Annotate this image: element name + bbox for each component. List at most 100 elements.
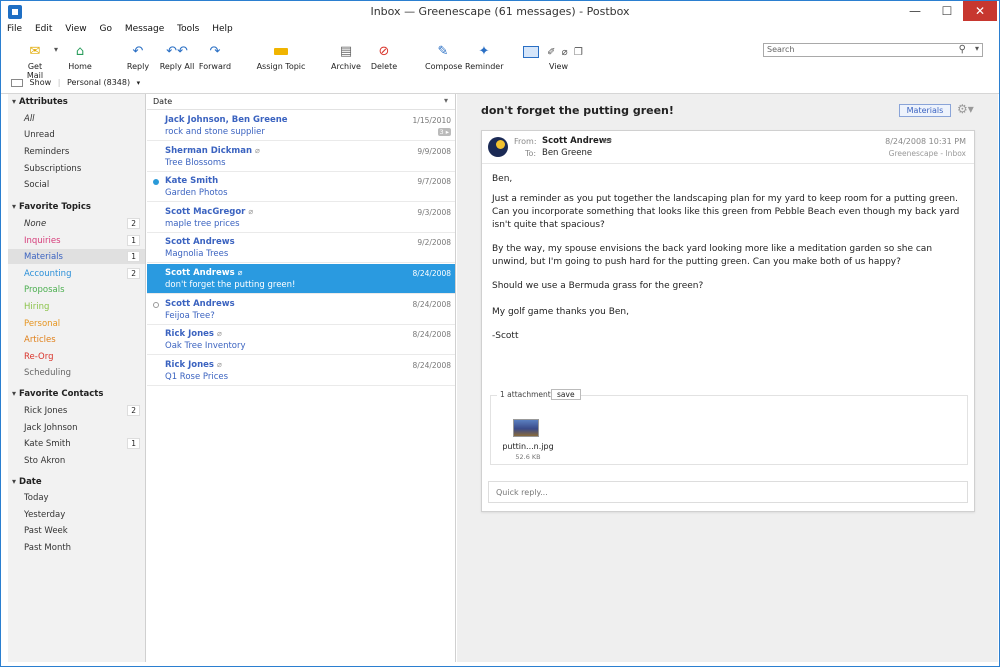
to-label: To: — [525, 149, 537, 158]
message-subject: don't forget the putting green! — [481, 104, 674, 117]
account-dropdown-icon[interactable]: ▾ — [137, 79, 141, 87]
message-row[interactable]: Scott MacGregor ⌀ maple tree prices 9/3/200… — [147, 203, 455, 233]
sidebar-item-contact[interactable]: Sto Akron — [24, 456, 142, 466]
sidebar-item-past-month[interactable]: Past Month — [24, 543, 142, 553]
menu-edit[interactable]: Edit — [35, 24, 52, 34]
favorite-contacts-header[interactable]: Favorite Contacts — [12, 389, 103, 399]
forward-icon: ↷ — [209, 44, 221, 59]
search-input[interactable]: Search — [767, 45, 794, 54]
sidebar-item-topic[interactable]: Personal — [24, 319, 142, 329]
home-button[interactable]: ⌂ Home — [65, 45, 95, 72]
sidebar-item-unread[interactable]: Unread — [24, 130, 142, 140]
gear-icon[interactable]: ⚙▾ — [957, 102, 974, 116]
sender-name: Scott MacGregor — [165, 206, 246, 217]
sidebar-item-topic[interactable]: Proposals — [24, 285, 142, 295]
message-row[interactable]: Rick Jones ⌀ Oak Tree Inventory 8/24/2008 — [147, 325, 455, 356]
sidebar-item-contact[interactable]: Kate Smith 1 — [24, 438, 142, 450]
search-dropdown-icon[interactable]: ▾ — [975, 44, 979, 53]
account-selector[interactable]: Personal (8348) — [67, 78, 130, 87]
menu-view[interactable]: View — [65, 24, 86, 34]
paperclip-icon: ⌀ — [248, 206, 254, 216]
thread-count-badge[interactable]: 3 ▸ — [437, 128, 451, 136]
attributes-header[interactable]: Attributes — [12, 97, 68, 107]
sender-name: Rick Jones — [165, 359, 214, 370]
message-subject-line: don't forget the putting green! — [165, 280, 296, 290]
menu-go[interactable]: Go — [99, 24, 111, 34]
read-dot-icon[interactable] — [153, 301, 159, 308]
attachment-view-icon[interactable]: ⌀ — [562, 47, 568, 58]
quick-reply-field[interactable]: Quick reply... — [488, 481, 968, 503]
maximize-button[interactable]: ☐ — [933, 1, 961, 21]
save-attachment-button[interactable]: save — [551, 389, 581, 400]
message-row[interactable]: Sherman Dickman ⌀ Tree Blossoms 9/9/2008 — [147, 142, 455, 172]
sidebar-item-topic[interactable]: Hiring — [24, 302, 142, 312]
sidebar-item-topic[interactable]: Articles — [24, 335, 142, 345]
minimize-button[interactable]: — — [901, 1, 929, 21]
date-column-header[interactable]: Date — [153, 97, 172, 106]
search-box[interactable]: Search ⚲ ▾ — [763, 43, 983, 57]
sidebar-toggle-icon[interactable] — [11, 78, 23, 87]
window-title: Inbox — Greenescape (61 messages) - Post… — [370, 5, 630, 18]
menu-message[interactable]: Message — [125, 24, 164, 34]
reminder-button[interactable]: ✦ Reminder — [465, 44, 504, 72]
pin-icon: ✦ — [478, 44, 490, 59]
favorite-topics-header[interactable]: Favorite Topics — [12, 202, 91, 212]
sidebar-item-social[interactable]: Social — [24, 180, 142, 190]
sidebar-item-reminders[interactable]: Reminders — [24, 147, 142, 157]
delete-button[interactable]: ⊘ Delete — [369, 45, 399, 72]
message-date: 8/24/2008 — [412, 360, 451, 370]
topic-tag-button[interactable]: Materials — [899, 104, 951, 117]
menu-help[interactable]: Help — [212, 24, 233, 34]
sidebar-item-topic[interactable]: Materials 1 — [24, 251, 142, 263]
unread-dot-icon[interactable] — [153, 179, 159, 186]
attachment-thumbnail[interactable] — [513, 419, 539, 437]
message-row[interactable]: Jack Johnson, Ben Greene rock and stone s… — [147, 111, 455, 141]
reply-button[interactable]: ↶ Reply — [123, 45, 153, 72]
topic-label: Hiring — [24, 302, 50, 312]
sidebar-item-contact[interactable]: Rick Jones 2 — [24, 405, 142, 416]
compose-button[interactable]: ✎ Compose — [425, 45, 462, 72]
from-sender[interactable]: Scott Andrews — [542, 136, 612, 146]
sidebar-item-all[interactable]: All — [24, 114, 142, 124]
sidebar-item-topic[interactable]: None 2 — [24, 218, 142, 229]
archive-button[interactable]: ▤ Archive — [329, 45, 363, 72]
window-view-icon[interactable]: ❐ — [574, 47, 583, 58]
sidebar-item-topic[interactable]: Inquiries 1 — [24, 234, 142, 246]
sidebar-item-yesterday[interactable]: Yesterday — [24, 510, 142, 520]
message-list-header[interactable]: Date ▾ — [147, 94, 455, 110]
message-row[interactable]: Scott Andrews Feijoa Tree? 8/24/2008 — [147, 295, 455, 325]
to-recipient[interactable]: Ben Greene — [542, 148, 592, 158]
sidebar-item-topic[interactable]: Re-Org — [24, 352, 142, 362]
message-sender: Scott Andrews — [165, 299, 235, 309]
topic-label: Proposals — [24, 285, 65, 296]
topic-count-badge: 1 — [127, 251, 140, 263]
pin-view-icon[interactable]: ✐ — [547, 47, 555, 58]
sidebar-item-today[interactable]: Today — [24, 493, 142, 503]
search-icon[interactable]: ⚲ — [959, 44, 966, 55]
message-row[interactable]: Kate Smith Garden Photos 9/7/2008 — [147, 172, 455, 203]
reply-all-button[interactable]: ↶↶ Reply All — [159, 45, 195, 72]
assign-topic-button[interactable]: Assign Topic — [253, 45, 309, 71]
envelope-icon: ✉ — [29, 44, 41, 59]
get-mail-dropdown[interactable]: ▾ — [53, 45, 59, 54]
message-row[interactable]: Scott Andrews ⌀ don't forget the putting g… — [147, 264, 455, 294]
message-date: 8/24/2008 — [412, 269, 451, 278]
menu-file[interactable]: File — [7, 24, 22, 34]
message-row[interactable]: Scott Andrews Magnolia Trees 9/2/2008 — [147, 233, 455, 264]
get-mail-button[interactable]: ✉ Get Mail — [19, 44, 51, 81]
sidebar-item-past-week[interactable]: Past Week — [24, 526, 142, 536]
sidebar: Attributes All Unread Reminders Subscrip… — [8, 94, 146, 662]
sidebar-item-topic[interactable]: Scheduling — [24, 368, 142, 378]
attachments-box: 1 attachment save puttin...n.jpg 52.6 KB — [490, 389, 968, 465]
attachment-name[interactable]: puttin...n.jpg — [501, 442, 555, 451]
sidebar-item-subscriptions[interactable]: Subscriptions — [24, 164, 142, 174]
sort-arrow-icon[interactable]: ▾ — [444, 96, 448, 105]
sidebar-item-topic[interactable]: Accounting 2 — [24, 267, 142, 279]
menu-tools[interactable]: Tools — [177, 24, 199, 34]
forward-button[interactable]: ↷ Forward — [198, 44, 232, 72]
date-header[interactable]: Date — [12, 477, 42, 487]
list-view-icon[interactable] — [523, 45, 539, 58]
sidebar-item-contact[interactable]: Jack Johnson — [24, 423, 142, 433]
message-row[interactable]: Rick Jones ⌀ Q1 Rose Prices 8/24/2008 — [147, 356, 455, 386]
close-button[interactable]: ✕ — [963, 1, 997, 21]
